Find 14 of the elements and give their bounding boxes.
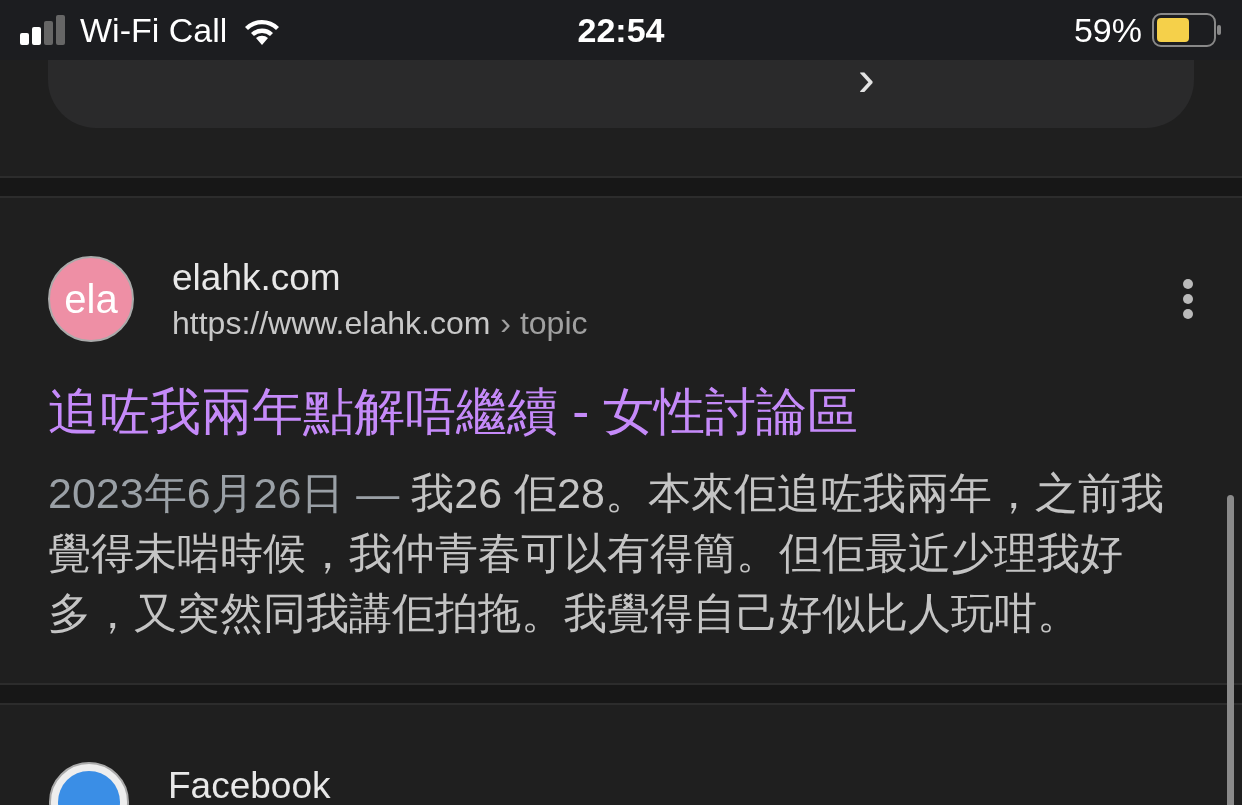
site-name: Facebook <box>168 765 331 805</box>
battery-percent: 59% <box>1073 10 1142 50</box>
carrier-label: Wi-Fi Call <box>80 10 228 50</box>
battery-icon <box>1152 13 1222 47</box>
signal-icon <box>20 15 66 45</box>
more-icon[interactable] <box>1182 279 1194 319</box>
site-url: https://www.elahk.com <box>172 304 491 342</box>
result-snippet: 2023年6月26日 — 我26 佢28。本來佢追咗我兩年，之前我覺得未啱時候，我仲青春可以有得簡。但佢最近少理我好多，又突然同我講佢拍拖。我覺得自己好似比人玩咁。 <box>48 468 1165 639</box>
url-breadcrumb: › topic <box>500 304 588 342</box>
more-info-link[interactable]: › <box>858 60 875 96</box>
site-favicon: ela <box>48 256 134 342</box>
clock: 22:54 <box>577 10 665 50</box>
site-name: elahk.com <box>172 256 342 299</box>
result-title-link[interactable]: 追咗我兩年點解唔繼續 - 女性討論區 <box>48 378 1194 447</box>
